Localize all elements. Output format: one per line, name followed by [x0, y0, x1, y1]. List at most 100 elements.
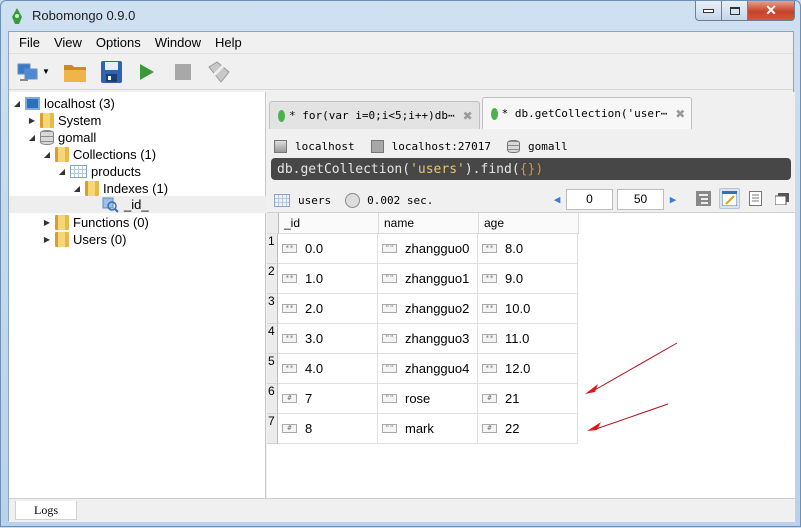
- collapsed-arrow-icon[interactable]: ▶: [42, 218, 52, 227]
- tree-item-label: Indexes (1): [103, 181, 169, 196]
- next-page-icon[interactable]: ▶: [666, 193, 680, 206]
- table-row[interactable]: 1 ** 0.0 "" zhangguo0 ** 8.0: [267, 234, 578, 264]
- cell-name[interactable]: "" mark: [378, 414, 478, 444]
- tree-item-label: localhost (3): [44, 96, 115, 111]
- row-number[interactable]: 6: [267, 384, 278, 414]
- table-row[interactable]: 2 ** 1.0 "" zhangguo1 ** 9.0: [267, 264, 578, 294]
- tree-item-label: _id_: [124, 197, 149, 212]
- row-number[interactable]: 1: [267, 234, 278, 264]
- previous-page-icon[interactable]: ◀: [550, 193, 564, 206]
- menu-window[interactable]: Window: [155, 35, 201, 50]
- tree-item-collections[interactable]: ◢ Collections (1): [42, 146, 156, 163]
- cell-id[interactable]: ** 0.0: [278, 234, 378, 264]
- menu-help[interactable]: Help: [215, 35, 242, 50]
- cell-age[interactable]: ** 10.0: [478, 294, 578, 324]
- orientation-button[interactable]: [207, 60, 231, 84]
- tab-query-2[interactable]: * db.getCollection('user⋯ ✖: [481, 97, 693, 129]
- menu-file[interactable]: File: [19, 35, 40, 50]
- connect-button[interactable]: ▼: [17, 60, 51, 84]
- server-icon: [25, 97, 40, 110]
- string-type-icon: "": [382, 334, 397, 343]
- query-editor[interactable]: db.getCollection('users').find({}): [271, 158, 791, 180]
- tree-item-functions[interactable]: ▶ Functions (0): [42, 214, 149, 231]
- maximize-icon: [729, 6, 740, 15]
- close-tab-icon[interactable]: ✖: [463, 109, 473, 123]
- cell-age[interactable]: #21: [478, 384, 578, 414]
- column-header-name[interactable]: name: [379, 213, 479, 234]
- table-view-button[interactable]: [719, 188, 740, 209]
- cell-name[interactable]: "" rose: [378, 384, 478, 414]
- row-number[interactable]: 4: [267, 324, 278, 354]
- maximize-button[interactable]: [722, 1, 748, 21]
- title-bar[interactable]: Robomongo 0.9.0 ✕: [1, 1, 800, 31]
- tab-query-1[interactable]: * for(var i=0;i<5;i++)db⋯ ✖: [269, 101, 480, 129]
- cell-id[interactable]: #7: [278, 384, 378, 414]
- cell-name[interactable]: "" zhangguo4: [378, 354, 478, 384]
- cell-age[interactable]: ** 11.0: [478, 324, 578, 354]
- text-view-button[interactable]: [745, 188, 766, 209]
- cell-age[interactable]: ** 8.0: [478, 234, 578, 264]
- table-row[interactable]: 6 #7 "" rose #21: [267, 384, 578, 414]
- cell-age[interactable]: #22: [478, 414, 578, 444]
- cell-value: 8: [305, 421, 313, 436]
- menu-view[interactable]: View: [54, 35, 82, 50]
- expanded-arrow-icon[interactable]: ◢: [57, 167, 67, 176]
- tree-item-localhost[interactable]: ◢ localhost (3): [12, 95, 115, 112]
- save-button[interactable]: [99, 60, 123, 84]
- tree-item-id-index[interactable]: _id_: [9, 196, 266, 213]
- limit-input[interactable]: 50: [617, 189, 664, 210]
- cell-id[interactable]: #8: [278, 414, 378, 444]
- expanded-arrow-icon[interactable]: ◢: [72, 184, 82, 193]
- tree-item-users[interactable]: ▶ Users (0): [42, 231, 126, 248]
- table-row[interactable]: 4 ** 3.0 "" zhangguo3 ** 11.0: [267, 324, 578, 354]
- expanded-arrow-icon[interactable]: ◢: [12, 99, 22, 108]
- cell-id[interactable]: ** 2.0: [278, 294, 378, 324]
- close-tab-icon[interactable]: ✖: [675, 107, 685, 121]
- table-row[interactable]: 5 ** 4.0 "" zhangguo4 ** 12.0: [267, 354, 578, 384]
- close-button[interactable]: ✕: [748, 1, 795, 21]
- tree-item-gomall[interactable]: ◢ gomall: [27, 129, 96, 146]
- row-number[interactable]: 2: [267, 264, 278, 294]
- skip-input[interactable]: 0: [566, 189, 613, 210]
- cell-value: zhangguo0: [405, 241, 470, 256]
- logs-tab[interactable]: Logs: [15, 501, 77, 520]
- stop-button[interactable]: [171, 60, 195, 84]
- cell-id[interactable]: ** 1.0: [278, 264, 378, 294]
- column-header-id[interactable]: _id: [279, 213, 379, 234]
- dropdown-icon[interactable]: ▼: [42, 67, 50, 76]
- tree-item-indexes[interactable]: ◢ Indexes (1): [72, 180, 168, 197]
- table-row[interactable]: 7 #8 "" mark #22: [267, 414, 578, 444]
- tree-item-system[interactable]: ▶ System: [27, 112, 101, 129]
- cell-id[interactable]: ** 3.0: [278, 324, 378, 354]
- execute-button[interactable]: [135, 60, 159, 84]
- tree-item-products[interactable]: ◢ products: [57, 163, 141, 180]
- cell-value: mark: [405, 421, 434, 436]
- cell-name[interactable]: "" zhangguo1: [378, 264, 478, 294]
- column-header-age[interactable]: age: [479, 213, 579, 234]
- collapsed-arrow-icon[interactable]: ▶: [42, 235, 52, 244]
- maximize-result-button[interactable]: [771, 188, 792, 209]
- tree-item-label: Users (0): [73, 232, 127, 247]
- cell-id[interactable]: ** 4.0: [278, 354, 378, 384]
- cell-name[interactable]: "" zhangguo0: [378, 234, 478, 264]
- row-number[interactable]: 7: [267, 414, 278, 444]
- menu-options[interactable]: Options: [96, 35, 141, 50]
- cell-name[interactable]: "" zhangguo3: [378, 324, 478, 354]
- connection-address: localhost:27017: [391, 139, 491, 153]
- tree-view-button[interactable]: [693, 188, 714, 209]
- cell-age[interactable]: ** 12.0: [478, 354, 578, 384]
- expanded-arrow-icon[interactable]: ◢: [42, 150, 52, 159]
- cell-name[interactable]: "" zhangguo2: [378, 294, 478, 324]
- cell-value: 8.0: [505, 241, 524, 256]
- cell-value: rose: [405, 391, 431, 406]
- table-row[interactable]: 3 ** 2.0 "" zhangguo2 ** 10.0: [267, 294, 578, 324]
- minimize-button[interactable]: [695, 1, 722, 21]
- row-number[interactable]: 5: [267, 354, 278, 384]
- row-number[interactable]: 3: [267, 294, 278, 324]
- expanded-arrow-icon[interactable]: ◢: [27, 133, 37, 142]
- query-workspace: * for(var i=0;i<5;i++)db⋯ ✖ * db.getColl…: [267, 92, 795, 498]
- collapsed-arrow-icon[interactable]: ▶: [27, 116, 37, 125]
- cell-age[interactable]: ** 9.0: [478, 264, 578, 294]
- open-button[interactable]: [63, 60, 87, 84]
- client-area: File View Options Window Help ▼ ◢ localh…: [8, 31, 795, 522]
